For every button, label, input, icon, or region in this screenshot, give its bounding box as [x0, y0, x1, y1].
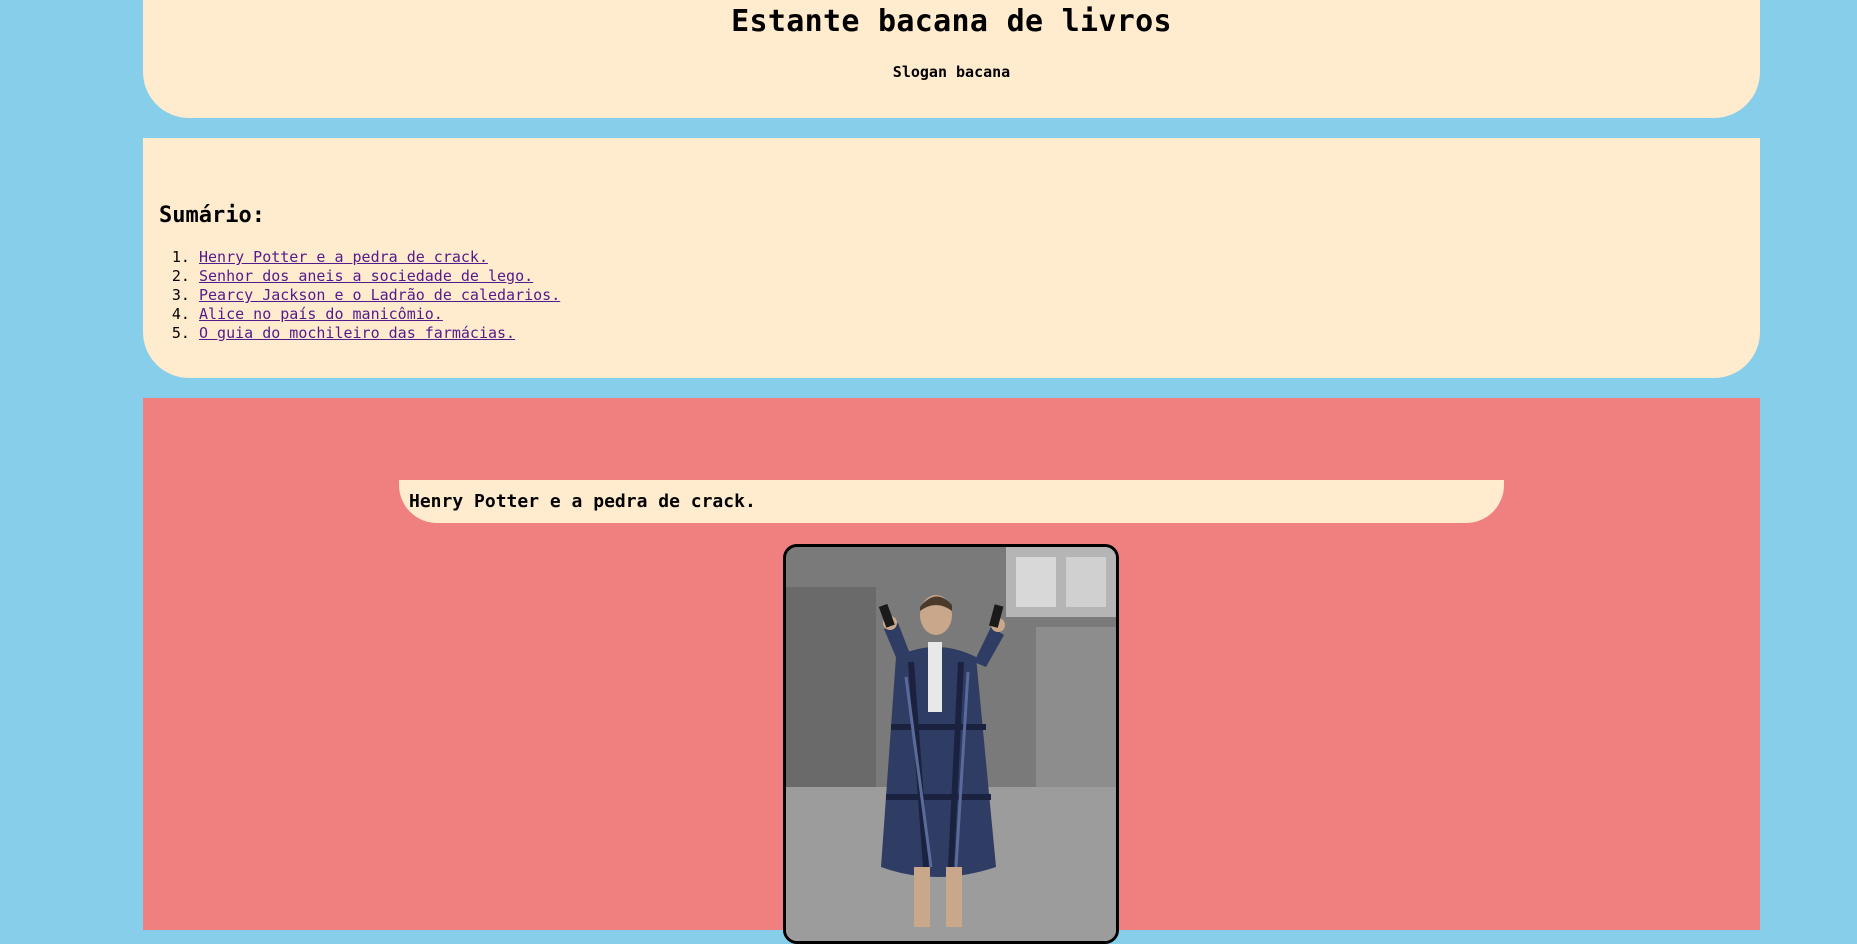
summary-link-3[interactable]: Pearcy Jackson e o Ladrão de caledarios.	[199, 286, 560, 304]
book-cover-image	[783, 544, 1119, 944]
list-item: O guia do mochileiro das farmácias.	[199, 324, 560, 343]
summary-section: Sumário: Henry Potter e a pedra de crack…	[143, 138, 1760, 378]
site-title: Estante bacana de livros	[731, 4, 1172, 39]
list-item: Henry Potter e a pedra de crack.	[199, 248, 560, 267]
summary-link-2[interactable]: Senhor dos aneis a sociedade de lego.	[199, 267, 533, 285]
summary-heading: Sumário:	[159, 203, 265, 228]
list-item: Pearcy Jackson e o Ladrão de caledarios.	[199, 286, 560, 305]
summary-link-4[interactable]: Alice no país do manicômio.	[199, 305, 443, 323]
summary-link-1[interactable]: Henry Potter e a pedra de crack.	[199, 248, 488, 266]
book-section: Henry Potter e a pedra de crack.	[143, 398, 1760, 944]
list-item: Alice no país do manicômio.	[199, 305, 560, 324]
summary-link-5[interactable]: O guia do mochileiro das farmácias.	[199, 324, 515, 342]
book-title: Henry Potter e a pedra de crack.	[399, 480, 1504, 523]
list-item: Senhor dos aneis a sociedade de lego.	[199, 267, 560, 286]
page-header: Estante bacana de livros Slogan bacana	[143, 0, 1760, 118]
site-slogan: Slogan bacana	[892, 63, 1011, 81]
summary-list: Henry Potter e a pedra de crack. Senhor …	[159, 248, 560, 343]
cover-illustration	[786, 547, 1116, 941]
